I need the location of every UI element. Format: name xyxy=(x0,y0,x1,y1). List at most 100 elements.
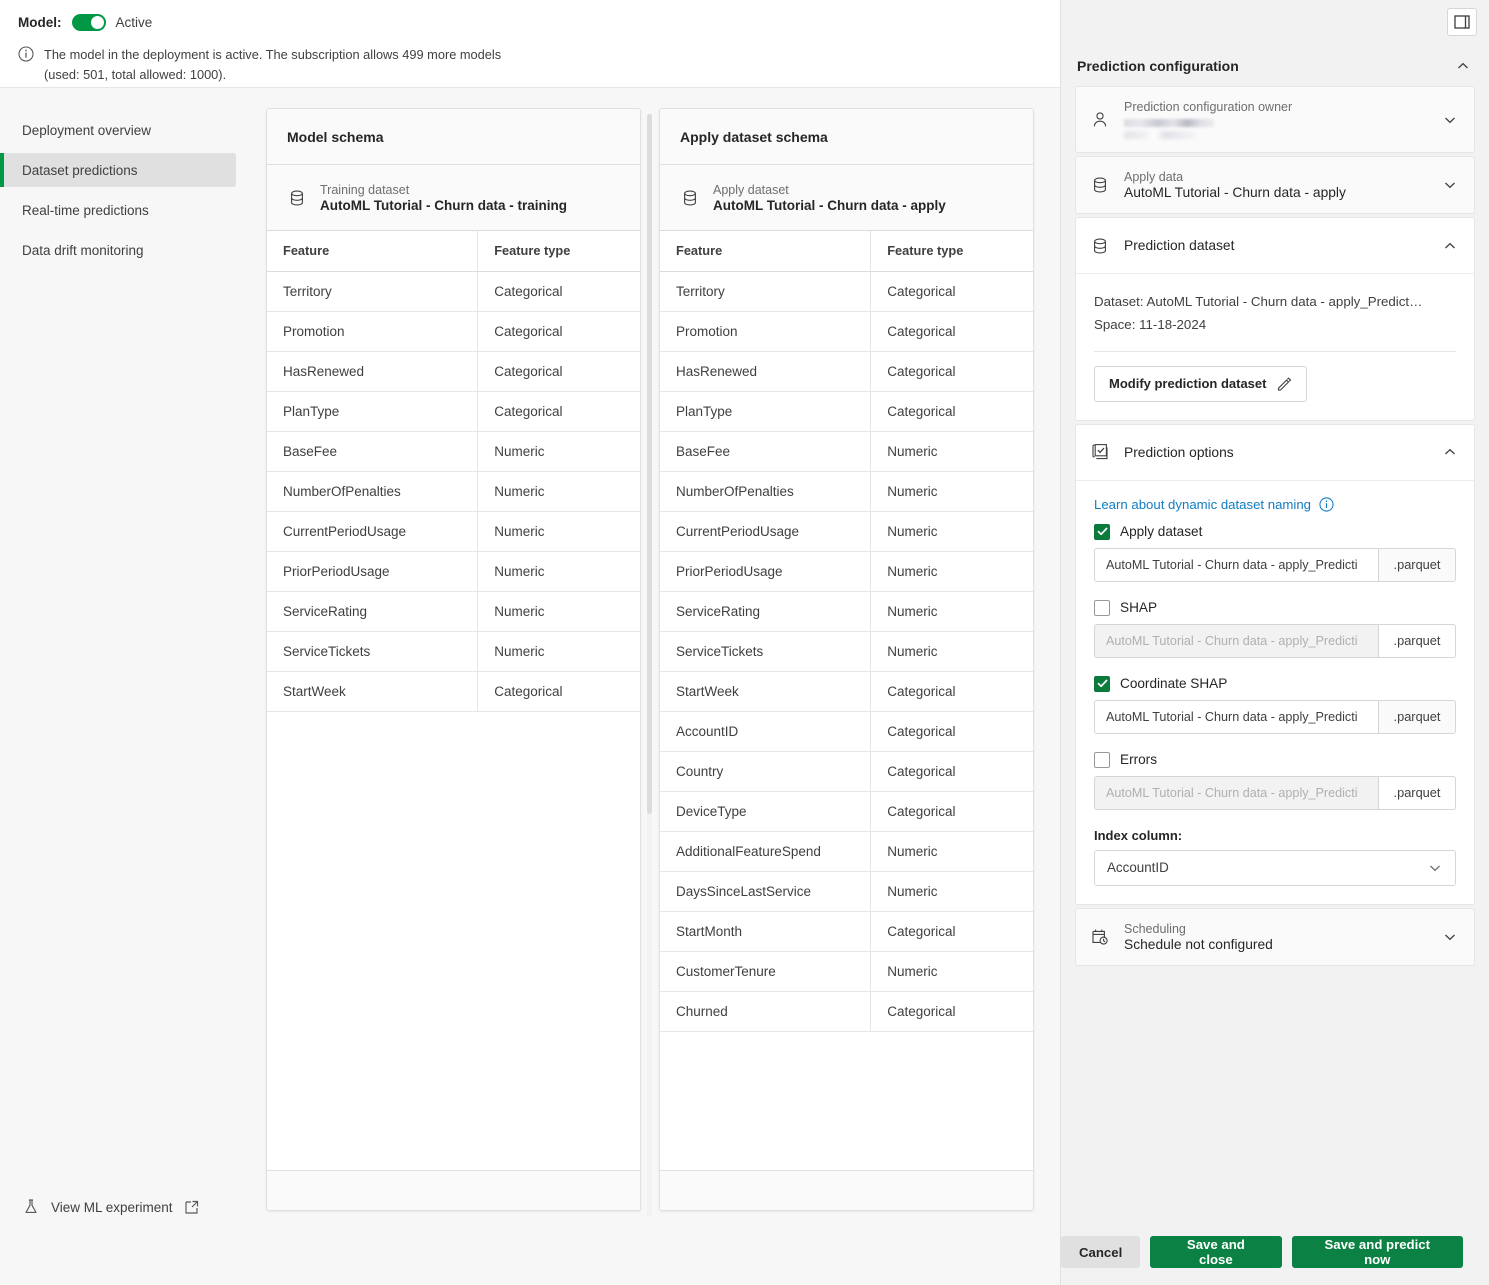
cancel-button[interactable]: Cancel xyxy=(1061,1236,1141,1268)
checkbox-coordinate-shap[interactable] xyxy=(1094,675,1110,692)
model-schema-table: Feature Feature type Territory Categorica… xyxy=(267,231,640,712)
table-row: ServiceTickets Numeric xyxy=(660,631,1033,672)
cell-feature-type: Numeric xyxy=(477,471,640,512)
cell-feature-type: Numeric xyxy=(477,631,640,672)
pencil-icon xyxy=(1276,376,1292,392)
model-notice-text: The model in the deployment is active. T… xyxy=(44,45,501,85)
prediction-option-row: Apply dataset xyxy=(1094,523,1456,540)
table-row: BaseFee Numeric xyxy=(660,431,1033,472)
chevron-down-icon[interactable] xyxy=(1442,177,1458,193)
content-scrollbar-thumb[interactable] xyxy=(647,114,652,814)
database-icon xyxy=(680,188,700,208)
model-schema-dataset-texts: Training dataset AutoML Tutorial - Churn… xyxy=(320,183,567,213)
prediction-option-filename-group: AutoML Tutorial - Churn data - apply_Pre… xyxy=(1094,699,1456,734)
table-row: BaseFee Numeric xyxy=(267,431,640,472)
chevron-down-icon[interactable] xyxy=(1442,929,1458,945)
panel-title: Prediction configuration xyxy=(1077,58,1239,74)
panel-header: Prediction configuration xyxy=(1061,44,1489,86)
table-row: AdditionalFeatureSpend Numeric xyxy=(660,831,1033,872)
panel-layout-icon[interactable] xyxy=(1447,8,1477,36)
filename-input[interactable]: AutoML Tutorial - Churn data - apply_Pre… xyxy=(1094,547,1378,582)
app-root: Model: Active The model in the deploymen… xyxy=(0,0,1489,1285)
cell-feature: CustomerTenure xyxy=(660,951,872,992)
index-column-select[interactable]: AccountID xyxy=(1094,849,1456,886)
owner-label: Prediction configuration owner xyxy=(1124,100,1293,114)
learn-dynamic-dataset-naming-link[interactable]: Learn about dynamic dataset naming xyxy=(1094,497,1311,512)
cell-feature: Promotion xyxy=(660,311,872,352)
scheduling-section[interactable]: Scheduling Schedule not configured xyxy=(1075,907,1475,966)
prediction-option-label: Coordinate SHAP xyxy=(1120,676,1228,692)
cell-feature: StartMonth xyxy=(660,911,872,952)
cell-feature: PlanType xyxy=(660,391,872,432)
apply-data-section[interactable]: Apply data AutoML Tutorial - Churn data … xyxy=(1075,156,1475,214)
table-row: CustomerTenure Numeric xyxy=(660,951,1033,992)
owner-row[interactable]: Prediction configuration owner xyxy=(1076,87,1474,152)
dynamic-naming-link-row: Learn about dynamic dataset naming xyxy=(1094,497,1456,512)
cell-feature-type: Numeric xyxy=(870,831,1033,872)
save-and-predict-now-button[interactable]: Save and predict now xyxy=(1291,1236,1463,1268)
prediction-option-filename-group: AutoML Tutorial - Churn data - apply_Pre… xyxy=(1094,623,1456,658)
chevron-up-icon[interactable] xyxy=(1455,58,1471,74)
table-row: Territory Categorical xyxy=(660,271,1033,312)
apply-schema-card-title: Apply dataset schema xyxy=(660,109,1033,165)
cell-feature-type: Numeric xyxy=(477,551,640,592)
database-icon xyxy=(1090,175,1110,195)
sidebar-item-data-drift-monitoring[interactable]: Data drift monitoring xyxy=(0,233,236,267)
table-row: PlanType Categorical xyxy=(660,391,1033,432)
view-ml-experiment-link[interactable]: View ML experiment xyxy=(0,1187,250,1227)
index-column-value: AccountID xyxy=(1107,860,1169,876)
checkbox-shap[interactable] xyxy=(1094,599,1110,616)
chevron-down-icon xyxy=(1427,860,1443,876)
column-header-feature-type: Feature type xyxy=(870,231,1033,272)
apply-dataset-name: AutoML Tutorial - Churn data - apply xyxy=(713,197,946,213)
apply-schema-table-body: Territory Categorical Promotion Categorical… xyxy=(660,271,1033,1032)
cell-feature: DeviceType xyxy=(660,791,872,832)
cell-feature: BaseFee xyxy=(267,431,479,472)
checkbox-errors[interactable] xyxy=(1094,751,1110,768)
cell-feature-type: Categorical xyxy=(870,351,1033,392)
column-header-feature: Feature xyxy=(660,231,872,272)
view-ml-experiment-label: View ML experiment xyxy=(51,1199,173,1215)
cell-feature-type: Categorical xyxy=(870,911,1033,952)
cell-feature-type: Numeric xyxy=(870,511,1033,552)
divider xyxy=(1094,350,1456,352)
chevron-down-icon[interactable] xyxy=(1442,112,1458,128)
apply-schema-dataset-texts: Apply dataset AutoML Tutorial - Churn da… xyxy=(713,183,946,213)
table-row: CurrentPeriodUsage Numeric xyxy=(267,511,640,552)
cell-feature-type: Categorical xyxy=(870,311,1033,352)
table-row: DaysSinceLastService Numeric xyxy=(660,871,1033,912)
panel-footer-actions: Cancel Save and close Save and predict n… xyxy=(1061,1227,1489,1285)
cell-feature: HasRenewed xyxy=(267,351,479,392)
cell-feature: Territory xyxy=(660,271,872,312)
toggle-knob xyxy=(90,15,104,29)
checkbox-apply-dataset[interactable] xyxy=(1094,523,1110,540)
info-circle-icon[interactable] xyxy=(1319,496,1334,512)
cell-feature-type: Categorical xyxy=(870,751,1033,792)
model-schema-card-footer xyxy=(267,1170,640,1210)
prediction-configuration-owner-section[interactable]: Prediction configuration owner xyxy=(1075,86,1475,153)
table-row: AccountID Categorical xyxy=(660,711,1033,752)
chevron-up-icon[interactable] xyxy=(1442,444,1458,460)
panel-topbar xyxy=(1061,0,1489,44)
table-row: PriorPeriodUsage Numeric xyxy=(267,551,640,592)
table-row: StartMonth Categorical xyxy=(660,911,1033,952)
sidebar-item-dataset-predictions[interactable]: Dataset predictions xyxy=(0,153,236,187)
model-active-toggle[interactable] xyxy=(71,13,106,31)
scheduling-row[interactable]: Scheduling Schedule not configured xyxy=(1076,909,1474,965)
apply-data-row[interactable]: Apply data AutoML Tutorial - Churn data … xyxy=(1076,157,1474,213)
modify-prediction-dataset-button[interactable]: Modify prediction dataset xyxy=(1094,365,1308,402)
chevron-up-icon[interactable] xyxy=(1442,238,1458,254)
filename-input[interactable]: AutoML Tutorial - Churn data - apply_Pre… xyxy=(1094,699,1378,734)
sidebar-item-deployment-overview[interactable]: Deployment overview xyxy=(0,113,236,147)
prediction-dataset-header[interactable]: Prediction dataset xyxy=(1076,218,1474,274)
save-and-close-button[interactable]: Save and close xyxy=(1150,1236,1282,1268)
schema-cards-area: Model schema Training dataset AutoML Tut… xyxy=(250,88,1060,1285)
cell-feature-type: Numeric xyxy=(477,511,640,552)
scheduling-texts: Scheduling Schedule not configured xyxy=(1124,922,1428,952)
prediction-options-header[interactable]: Prediction options xyxy=(1076,425,1474,481)
model-schema-card: Model schema Training dataset AutoML Tut… xyxy=(266,108,641,1211)
cell-feature-type: Categorical xyxy=(870,791,1033,832)
sidebar-item-realtime-predictions[interactable]: Real-time predictions xyxy=(0,193,236,227)
cell-feature: Territory xyxy=(267,271,479,312)
